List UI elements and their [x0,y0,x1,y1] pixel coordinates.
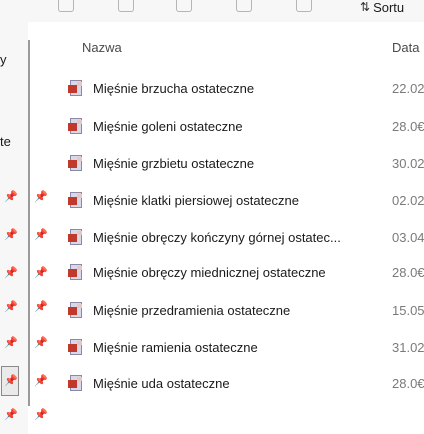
share-icon[interactable] [236,0,252,12]
document-icon [68,155,84,171]
file-date: 28.0€ [392,375,424,391]
document-icon [68,302,84,318]
file-date: 02.02 [392,192,424,208]
pin-icon[interactable]: 📌 [34,190,48,203]
file-name: Mięśnie grzbietu ostateczne [93,155,255,171]
file-date: 31.02 [392,339,424,355]
file-name: Mięśnie goleni ostateczne [93,118,243,134]
file-date: 28.0€ [392,264,424,280]
document-icon [68,229,84,245]
paste-icon[interactable] [118,0,134,12]
file-row[interactable]: Mięśnie uda ostateczne 28.0€ [58,368,424,398]
pin-icon[interactable]: 📌 [4,408,18,421]
file-date: 28.0€ [392,118,424,134]
copy-icon[interactable] [58,0,74,12]
pin-icon[interactable]: 📌 [4,374,18,387]
file-name: Mięśnie przedramienia ostateczne [93,302,291,318]
pin-icon[interactable]: 📌 [34,300,48,313]
pin-icon[interactable]: 📌 [34,336,48,349]
document-icon [68,192,84,208]
column-header-date[interactable]: Data [392,40,419,55]
file-date: 03.04 [392,229,424,245]
sort-button[interactable]: ⇅ Sortu [360,0,405,15]
sort-icon: ⇅ [360,0,371,14]
file-row[interactable]: Mięśnie brzucha ostateczne 22.02 [58,73,424,103]
nav-item-partial[interactable]: te [0,134,11,149]
file-name: Mięśnie ramienia ostateczne [93,339,258,355]
file-name: Mięśnie uda ostateczne [93,375,230,391]
file-name: Mięśnie klatki piersiowej ostateczne [93,192,299,208]
command-bar: ⇅ Sortu [0,0,424,22]
document-icon [68,375,84,391]
file-name: Mięśnie obręczy kończyny górnej ostatec.… [93,229,341,245]
nav-item-partial[interactable]: y [0,52,7,67]
pin-icon[interactable]: 📌 [34,408,48,421]
file-row[interactable]: Mięśnie obręczy miednicznej ostateczne 2… [58,257,424,287]
file-row[interactable]: Mięśnie obręczy kończyny górnej ostatec.… [58,222,424,252]
file-row[interactable]: Mięśnie klatki piersiowej ostateczne 02.… [58,185,424,215]
pin-icon[interactable]: 📌 [4,300,18,313]
file-row[interactable]: Mięśnie grzbietu ostateczne 30.02 [58,148,424,178]
delete-icon[interactable] [296,0,312,12]
sort-label: Sortu [373,0,405,15]
document-icon [68,339,84,355]
pin-icon[interactable]: 📌 [4,266,18,279]
file-date: 15.05 [392,302,424,318]
pin-icon[interactable]: 📌 [34,374,48,387]
pin-icon[interactable]: 📌 [34,266,48,279]
pin-icon[interactable]: 📌 [4,228,18,241]
file-name: Mięśnie obręczy miednicznej ostateczne [93,264,326,280]
document-icon [68,80,84,96]
file-date: 30.02 [392,155,424,171]
column-header-name[interactable]: Nazwa [82,40,122,55]
pin-icon[interactable]: 📌 [4,336,18,349]
file-row[interactable]: Mięśnie przedramienia ostateczne 15.05 [58,295,424,325]
file-row[interactable]: Mięśnie goleni ostateczne 28.0€ [58,111,424,141]
file-date: 22.02 [392,80,424,96]
pin-icon[interactable]: 📌 [4,190,18,203]
pane-splitter[interactable] [28,40,30,406]
document-icon [68,118,84,134]
document-icon [68,264,84,280]
rename-icon[interactable] [176,0,192,12]
pin-icon[interactable]: 📌 [34,228,48,241]
file-row[interactable]: Mięśnie ramienia ostateczne 31.02 [58,332,424,362]
file-name: Mięśnie brzucha ostateczne [93,80,255,96]
